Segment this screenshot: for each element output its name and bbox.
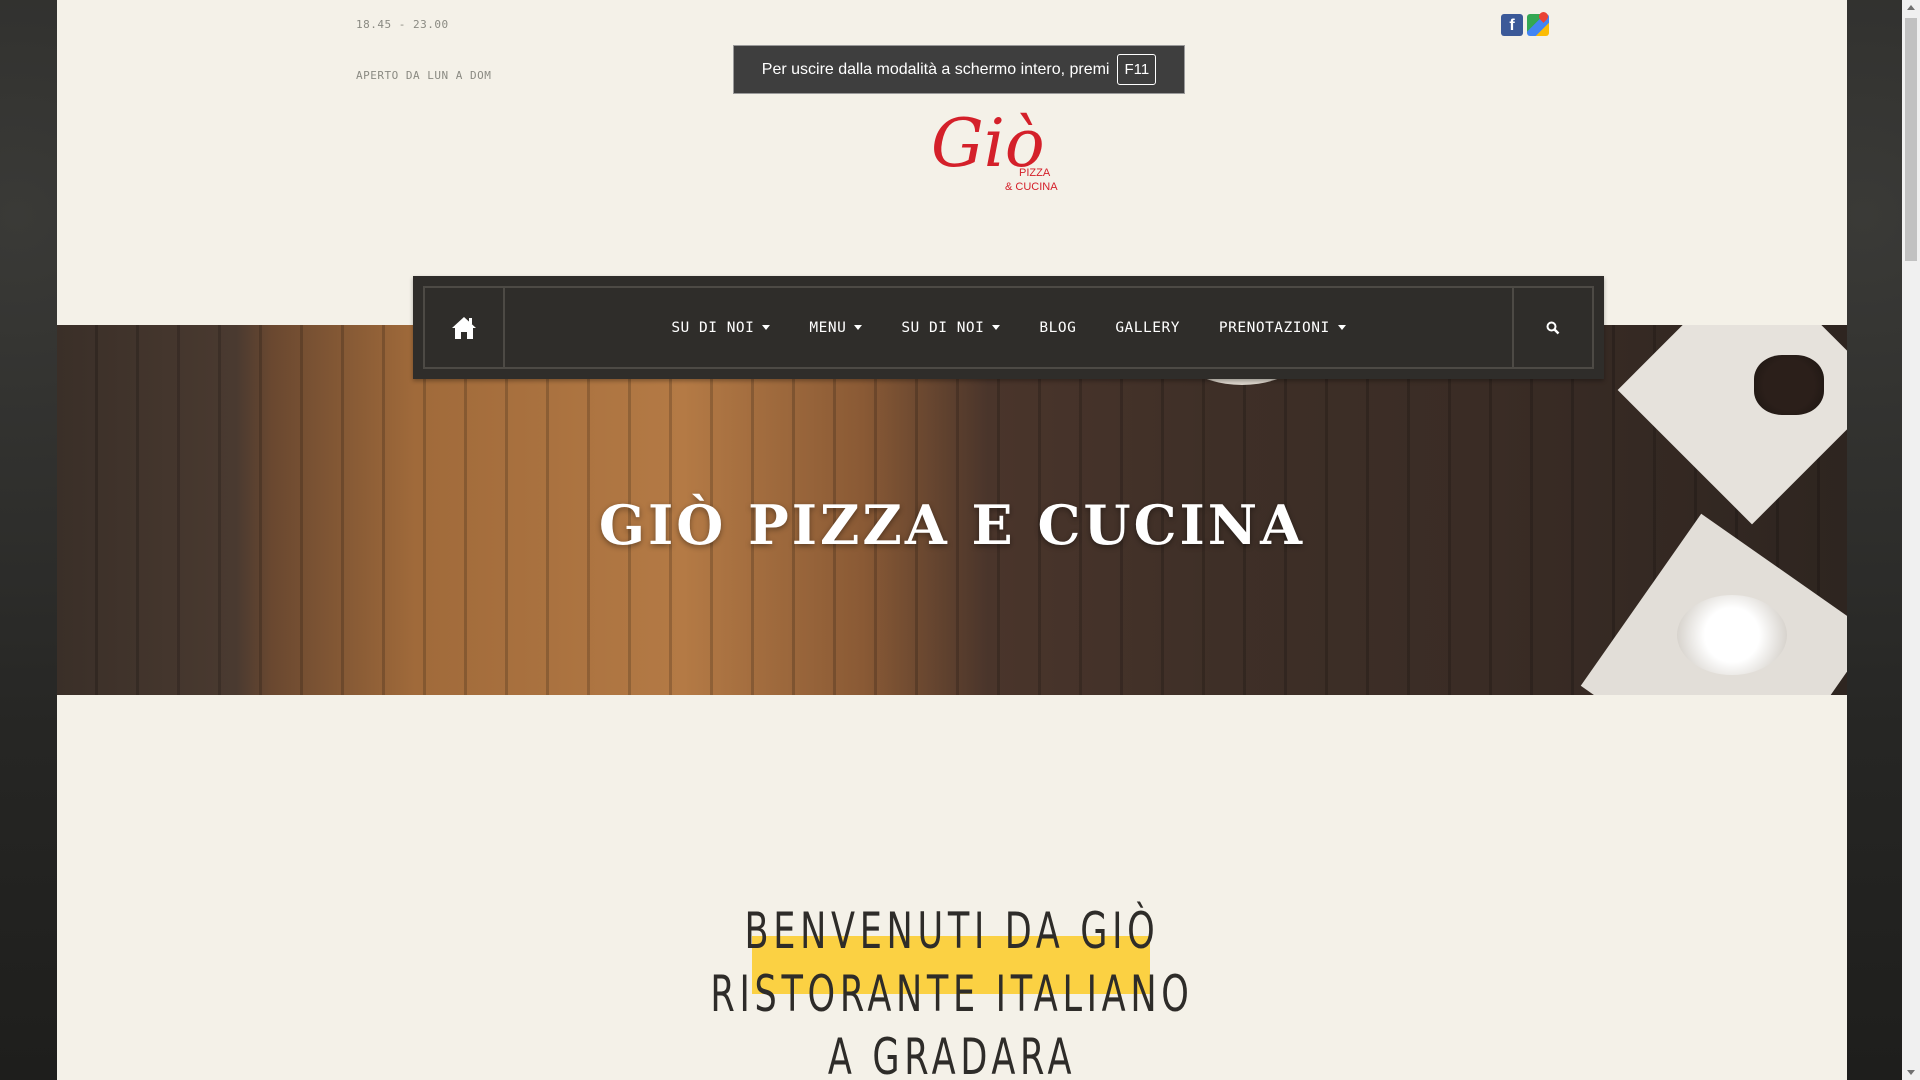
chevron-down-icon	[1337, 325, 1346, 330]
chevron-down-icon	[762, 325, 771, 330]
welcome-heading: BENVENUTI DA GIÒ RISTORANTE ITALIANO A G…	[57, 900, 1847, 1080]
logo-line2: & CUCINA	[1005, 181, 1058, 193]
nav-item-su-di-noi[interactable]: SU DI NOI	[671, 320, 771, 336]
salt	[1677, 595, 1787, 675]
welcome-line-2: RISTORANTE ITALIANO	[710, 965, 1194, 1023]
home-button[interactable]	[425, 288, 505, 367]
chevron-down-icon	[854, 325, 863, 330]
peppercorns	[1754, 355, 1824, 415]
facebook-icon[interactable]: f	[1501, 14, 1523, 36]
hero-title: GIÒ PIZZA E CUCINA	[598, 493, 1306, 557]
background-left	[0, 0, 57, 1080]
main-navigation: SU DI NOI MENU SU DI NOI BLOG GALLERY PR…	[413, 276, 1604, 379]
scroll-down-arrow-icon[interactable]	[1907, 1070, 1915, 1075]
social-links: f	[1501, 14, 1549, 36]
nav-item-menu[interactable]: MENU	[809, 320, 863, 336]
nav-frame: SU DI NOI MENU SU DI NOI BLOG GALLERY PR…	[423, 286, 1594, 369]
chevron-down-icon	[992, 325, 1001, 330]
welcome-line-1: BENVENUTI DA GIÒ	[744, 902, 1160, 960]
fullscreen-notice-text: Per uscire dalla modalità a schermo inte…	[761, 60, 1110, 78]
nav-item-blog[interactable]: BLOG	[1039, 320, 1076, 336]
logo-line1: PIZZA	[1019, 167, 1051, 179]
search-icon	[1546, 321, 1560, 334]
nav-item-prenotazioni[interactable]: PRENOTAZIONI	[1219, 320, 1346, 336]
page: 18.45 - 23.00 APERTO DA LUN A DOM f Giò …	[57, 0, 1847, 1080]
open-days: APERTO DA LUN A DOM	[356, 69, 492, 82]
home-icon	[452, 316, 476, 339]
google-maps-icon[interactable]	[1527, 14, 1549, 36]
scroll-thumb[interactable]	[1905, 18, 1917, 261]
nav-item-gallery[interactable]: GALLERY	[1115, 320, 1180, 336]
scrollbar[interactable]	[1902, 0, 1920, 1080]
f11-key: F11	[1117, 54, 1157, 85]
logo[interactable]: Giò PIZZA & CUCINA	[927, 104, 1087, 204]
opening-hours: 18.45 - 23.00	[356, 18, 449, 31]
nav-menu: SU DI NOI MENU SU DI NOI BLOG GALLERY PR…	[505, 288, 1512, 367]
nav-item-su-di-noi-2[interactable]: SU DI NOI	[901, 320, 1001, 336]
search-button[interactable]	[1512, 288, 1592, 367]
background-right	[1847, 0, 1902, 1080]
fullscreen-notice: Per uscire dalla modalità a schermo inte…	[733, 45, 1185, 94]
scroll-up-arrow-icon[interactable]	[1907, 5, 1915, 10]
welcome-line-3: A GRADARA	[827, 1028, 1077, 1080]
hero-banner: GIÒ PIZZA E CUCINA	[57, 325, 1847, 695]
